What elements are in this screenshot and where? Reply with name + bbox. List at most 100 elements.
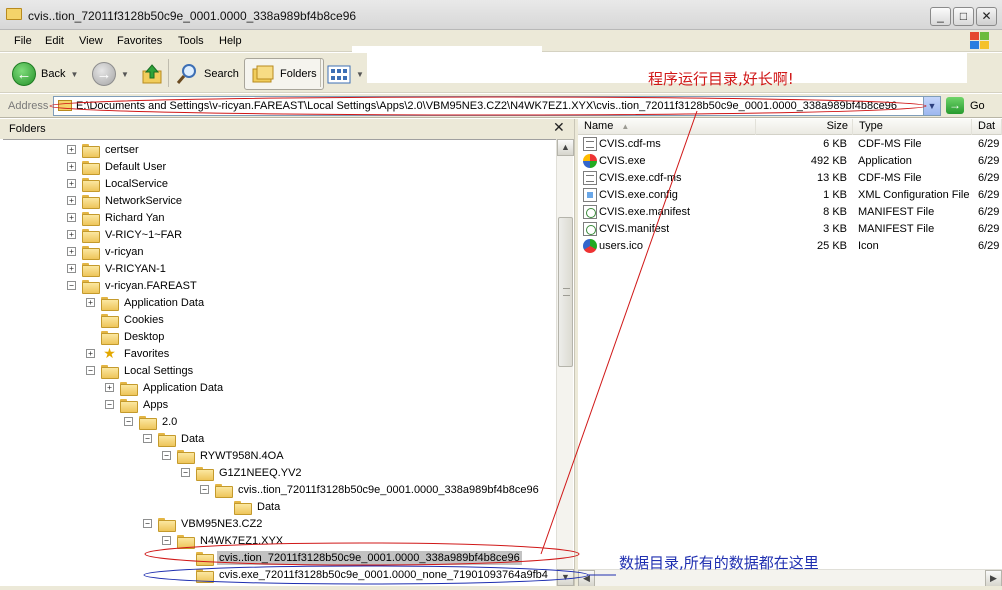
tree-item[interactable]: cvis.exe_72011f3128b50c9e_0001.0000_none…	[181, 566, 550, 583]
menu-favorites[interactable]: Favorites	[117, 35, 162, 47]
tree-item[interactable]: + Application Data	[105, 379, 225, 396]
file-row[interactable]: CVIS.manifest 3 KB MANIFEST File 6/29	[578, 221, 1002, 238]
expander-icon[interactable]: −	[124, 417, 133, 426]
file-row[interactable]: CVIS.cdf-ms 6 KB CDF-MS File 6/29	[578, 136, 1002, 153]
menu-edit[interactable]: Edit	[45, 35, 64, 47]
expander-icon[interactable]: −	[67, 281, 76, 290]
tree-item[interactable]: − v-ricyan.FAREAST	[67, 277, 199, 294]
tree-item[interactable]: − VBM95NE3.CZ2	[143, 515, 264, 532]
tree-item[interactable]: + V-RICYAN-1	[67, 260, 168, 277]
folder-icon	[101, 330, 119, 345]
folders-button[interactable]: Folders	[244, 58, 324, 90]
file-row[interactable]: CVIS.exe 492 KB Application 6/29	[578, 153, 1002, 170]
column-name-label: Name	[584, 120, 614, 132]
tree-item-label: N4WK7EZ1.XYX	[200, 534, 284, 547]
tree-item[interactable]: − N4WK7EZ1.XYX	[162, 532, 285, 549]
tree-item[interactable]: + ★ Favorites	[86, 345, 171, 362]
minimize-button[interactable]: _	[930, 7, 951, 26]
expander-icon[interactable]: −	[105, 400, 114, 409]
expander-icon[interactable]: −	[143, 519, 152, 528]
tree-item[interactable]: + v-ricyan	[67, 243, 146, 260]
ico-icon	[583, 239, 597, 253]
tree-item[interactable]: − RYWT958N.4OA	[162, 447, 286, 464]
expander-icon[interactable]: −	[162, 451, 171, 460]
menu-file[interactable]: File	[14, 35, 32, 47]
tree-item[interactable]: Cookies	[86, 311, 166, 328]
file-row[interactable]: CVIS.exe.cdf-ms 13 KB CDF-MS File 6/29	[578, 170, 1002, 187]
tree-item[interactable]: − Apps	[105, 396, 170, 413]
file-name: CVIS.exe.config	[599, 189, 678, 201]
expander-icon[interactable]: +	[67, 196, 76, 205]
scroll-right-icon[interactable]: ▶	[985, 570, 1002, 587]
expander-icon[interactable]: +	[86, 298, 95, 307]
file-name: users.ico	[599, 240, 644, 252]
back-label: Back	[41, 68, 66, 80]
forward-button[interactable]: → ▼	[92, 58, 129, 90]
expander-icon[interactable]: +	[67, 145, 76, 154]
scroll-thumb[interactable]	[558, 217, 573, 367]
expander-icon[interactable]: −	[86, 366, 95, 375]
tree-item[interactable]: − Data	[143, 430, 206, 447]
expander-icon[interactable]: +	[67, 213, 76, 222]
address-dropdown-icon[interactable]: ▼	[923, 97, 940, 115]
folder-icon	[101, 313, 119, 328]
tree-item[interactable]: cvis..tion_72011f3128b50c9e_0001.0000_33…	[181, 549, 522, 566]
tree-item[interactable]: + Application Data	[86, 294, 206, 311]
file-name: CVIS.exe.manifest	[599, 206, 691, 218]
tree-item[interactable]: + certser	[67, 141, 141, 158]
tree-item[interactable]: Data	[219, 498, 282, 515]
views-button[interactable]: ▼	[327, 58, 364, 90]
folder-tree: + certser + Default User + LocalService + Ne…	[3, 139, 556, 586]
tree-item[interactable]: − G1Z1NEEQ.YV2	[181, 464, 304, 481]
menu-tools[interactable]: Tools	[178, 35, 204, 47]
expander-icon[interactable]: −	[200, 485, 209, 494]
tree-item[interactable]: + V-RICY~1~FAR	[67, 226, 184, 243]
tree-item[interactable]: + Richard Yan	[67, 209, 167, 226]
expander-icon[interactable]: −	[143, 434, 152, 443]
views-dropdown-icon[interactable]: ▼	[356, 70, 364, 79]
go-button[interactable]: → Go	[946, 97, 985, 114]
folder-tree-scrollbar[interactable]: ▲ ▼	[556, 139, 574, 586]
file-row[interactable]: CVIS.exe.config 1 KB XML Configuration F…	[578, 187, 1002, 204]
scroll-up-icon[interactable]: ▲	[557, 139, 574, 156]
tree-item[interactable]: − Local Settings	[86, 362, 195, 379]
menu-help[interactable]: Help	[219, 35, 242, 47]
views-icon	[327, 65, 351, 84]
maximize-button[interactable]: □	[953, 7, 974, 26]
expander-icon[interactable]: −	[181, 468, 190, 477]
column-date[interactable]: Dat	[972, 119, 1002, 135]
tree-item[interactable]: Desktop	[86, 328, 166, 345]
expander-icon[interactable]: +	[105, 383, 114, 392]
column-type[interactable]: Type	[853, 119, 972, 135]
tree-item[interactable]: + Default User	[67, 158, 168, 175]
back-button[interactable]: ← Back ▼	[12, 58, 78, 90]
tree-item[interactable]: + NetworkService	[67, 192, 184, 209]
expander-icon[interactable]: +	[67, 179, 76, 188]
expander-icon[interactable]: +	[67, 230, 76, 239]
tree-item[interactable]: − 2.0	[124, 413, 179, 430]
menu-view[interactable]: View	[79, 35, 103, 47]
file-row[interactable]: CVIS.exe.manifest 8 KB MANIFEST File 6/2…	[578, 204, 1002, 221]
expander-icon[interactable]: +	[67, 247, 76, 256]
address-input[interactable]: E:\Documents and Settings\v-ricyan.FAREA…	[53, 96, 941, 116]
tree-item[interactable]: − cvis..tion_72011f3128b50c9e_0001.0000_3…	[200, 481, 541, 498]
file-row[interactable]: users.ico 25 KB Icon 6/29	[578, 238, 1002, 255]
column-name[interactable]: Name ▲	[578, 119, 756, 135]
close-button[interactable]: ✕	[976, 7, 997, 26]
expander-icon[interactable]: −	[162, 536, 171, 545]
scroll-down-icon[interactable]: ▼	[557, 569, 574, 586]
scroll-left-icon[interactable]: ◀	[578, 570, 595, 587]
tree-item-label: v-ricyan.FAREAST	[105, 279, 197, 292]
column-size[interactable]: Size	[756, 119, 853, 135]
search-button[interactable]: Search	[175, 58, 239, 90]
expander-icon[interactable]: +	[67, 264, 76, 273]
expander-icon[interactable]: +	[67, 162, 76, 171]
up-folder-button[interactable]	[140, 58, 164, 90]
close-icon[interactable]: ✕	[553, 119, 565, 136]
expander-icon[interactable]: +	[86, 349, 95, 358]
tree-item[interactable]: + LocalService	[67, 175, 170, 192]
forward-dropdown-icon[interactable]: ▼	[121, 70, 129, 79]
folder-icon	[234, 500, 252, 515]
back-dropdown-icon[interactable]: ▼	[70, 70, 78, 79]
folder-icon	[177, 534, 195, 549]
